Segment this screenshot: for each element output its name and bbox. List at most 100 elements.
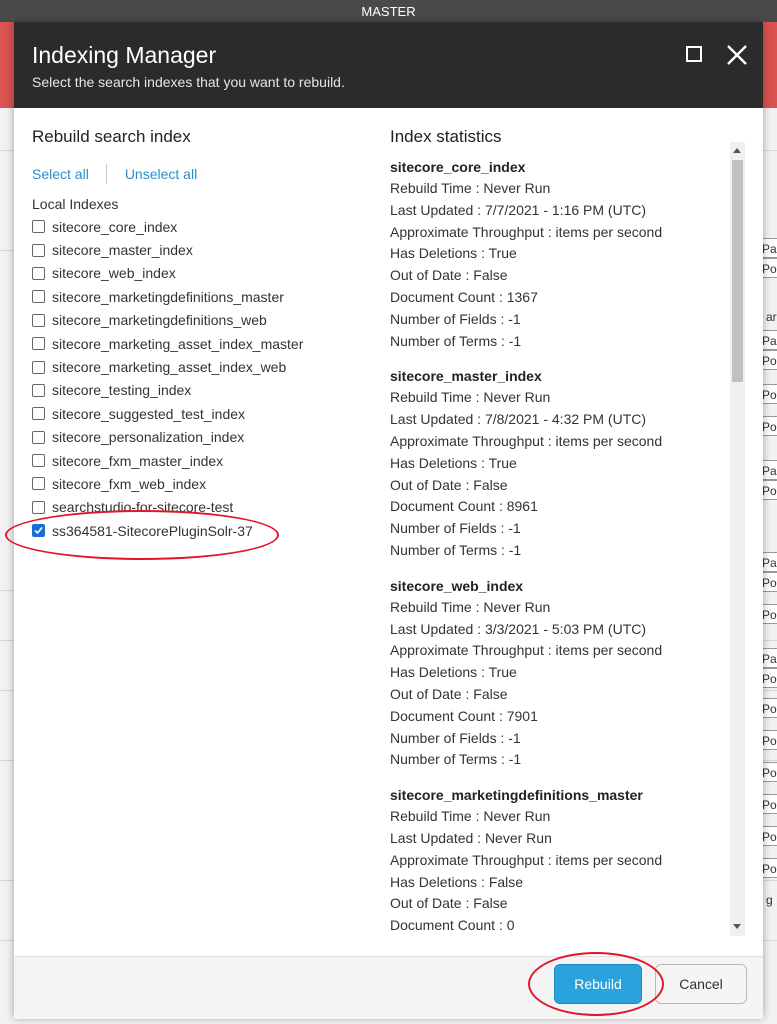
index-item[interactable]: searchstudio-for-sitecore-test: [32, 496, 372, 519]
statistics-line: Document Count : 7901: [390, 707, 538, 724]
statistics-line: Rebuild Time : Never Run: [390, 389, 551, 406]
index-item[interactable]: ss364581-SitecorePluginSolr-37: [32, 519, 372, 542]
index-item[interactable]: sitecore_marketingdefinitions_master: [32, 285, 372, 308]
statistics-line: Document Count : 0: [390, 917, 515, 934]
index-label: searchstudio-for-sitecore-test: [52, 499, 234, 516]
local-indexes-label: Local Indexes: [32, 196, 119, 212]
index-checkbox[interactable]: [32, 243, 45, 257]
index-item[interactable]: sitecore_marketing_asset_index_master: [32, 332, 372, 355]
index-label: sitecore_web_index: [52, 265, 176, 282]
rebuild-button[interactable]: Rebuild: [554, 964, 642, 1004]
index-item[interactable]: sitecore_core_index: [32, 215, 372, 238]
statistics-line: Rebuild Time : Never Run: [390, 598, 551, 615]
index-item[interactable]: sitecore_fxm_web_index: [32, 472, 372, 495]
statistics-line: Last Updated : 7/8/2021 - 4:32 PM (UTC): [390, 411, 647, 428]
dialog-title: Indexing Manager: [32, 42, 217, 68]
statistics-index-name: sitecore_core_index: [390, 159, 526, 175]
index-item[interactable]: sitecore_marketingdefinitions_web: [32, 309, 372, 332]
statistics-index-name: sitecore_web_index: [390, 577, 524, 594]
statistics-line: Has Deletions : True: [390, 454, 517, 471]
statistics-line: Last Updated : Never Run: [390, 829, 552, 846]
index-checkbox[interactable]: [32, 454, 45, 468]
statistics-line: Document Count : 1367: [390, 288, 538, 305]
select-all-link[interactable]: Select all: [32, 166, 89, 182]
index-checkbox[interactable]: [32, 383, 45, 397]
statistics-line: Approximate Throughput : items per secon…: [390, 642, 663, 659]
index-label: ss364581-SitecorePluginSolr-37: [52, 522, 253, 539]
close-icon: [727, 45, 747, 65]
index-label: sitecore_fxm_web_index: [52, 475, 207, 492]
index-checkbox[interactable]: [32, 313, 45, 327]
check-icon: [34, 527, 43, 535]
index-item[interactable]: sitecore_web_index: [32, 262, 372, 285]
dialog-header: Indexing Manager Select the search index…: [14, 22, 763, 108]
index-checkbox[interactable]: [32, 337, 45, 351]
index-checkbox[interactable]: [32, 360, 45, 374]
statistics-line: Approximate Throughput : items per secon…: [390, 223, 663, 240]
index-statistics-panel: Index statistics sitecore_core_index Rebu…: [390, 122, 730, 938]
indexing-manager-dialog: Indexing Manager Select the search index…: [14, 22, 763, 1019]
maximize-button[interactable]: [684, 44, 706, 66]
statistics-list: sitecore_core_index Rebuild Time : Never …: [390, 157, 730, 937]
app-side-text: ar: [766, 310, 777, 324]
app-side-text: g: [766, 893, 773, 907]
unselect-all-link[interactable]: Unselect all: [125, 166, 197, 182]
index-item[interactable]: sitecore_testing_index: [32, 379, 372, 402]
statistics-index-name: sitecore_marketingdefinitions_master: [390, 787, 643, 804]
index-checkbox[interactable]: [32, 500, 45, 514]
index-checkbox[interactable]: [32, 407, 45, 421]
index-label: sitecore_marketing_asset_index_web: [52, 359, 287, 376]
index-label: sitecore_marketingdefinitions_master: [52, 288, 284, 305]
statistics-block: sitecore_marketingdefinitions_master Rebu…: [390, 785, 730, 937]
index-checkbox[interactable]: [32, 220, 45, 234]
statistics-line: Number of Terms : -1: [390, 541, 522, 558]
statistics-line: Last Updated : 3/3/2021 - 5:03 PM (UTC): [390, 620, 647, 637]
scroll-up-icon[interactable]: [733, 148, 741, 153]
statistics-line: Has Deletions : True: [390, 664, 517, 681]
scroll-thumb[interactable]: [732, 160, 743, 382]
statistics-line: Approximate Throughput : items per secon…: [390, 851, 663, 868]
index-checkbox[interactable]: [32, 266, 45, 280]
statistics-line: Approximate Throughput : items per secon…: [390, 432, 663, 449]
index-checkbox[interactable]: [32, 430, 45, 444]
statistics-line: Number of Fields : -1: [390, 729, 521, 746]
statistics-line: Number of Fields : -1: [390, 520, 521, 537]
rebuild-panel: Rebuild search index Select all Unselect…: [32, 122, 372, 542]
statistics-block: sitecore_core_index Rebuild Time : Never …: [390, 157, 730, 352]
dialog-subtitle: Select the search indexes that you want …: [32, 74, 345, 90]
dialog-footer: Rebuild Cancel: [14, 956, 763, 1019]
statistics-block: sitecore_master_index Rebuild Time : Neve…: [390, 366, 730, 561]
statistics-line: Number of Fields : -1: [390, 310, 521, 327]
close-button[interactable]: [724, 42, 750, 68]
index-item[interactable]: sitecore_marketing_asset_index_web: [32, 355, 372, 378]
index-item[interactable]: sitecore_fxm_master_index: [32, 449, 372, 472]
index-label: sitecore_fxm_master_index: [52, 452, 224, 469]
statistics-line: Out of Date : False: [390, 685, 508, 702]
statistics-line: Number of Terms : -1: [390, 332, 522, 349]
statistics-line: Document Count : 8961: [390, 498, 538, 515]
cancel-button[interactable]: Cancel: [655, 964, 747, 1004]
index-label: sitecore_master_index: [52, 242, 193, 259]
index-item[interactable]: sitecore_suggested_test_index: [32, 402, 372, 425]
index-checkbox[interactable]: [32, 290, 45, 304]
index-label: sitecore_suggested_test_index: [52, 405, 246, 422]
maximize-icon: [686, 46, 702, 62]
scroll-down-icon[interactable]: [733, 924, 741, 929]
statistics-block: sitecore_web_index Rebuild Time : Never R…: [390, 576, 730, 771]
index-item[interactable]: sitecore_personalization_index: [32, 426, 372, 449]
statistics-line: Out of Date : False: [390, 476, 508, 493]
app-title: MASTER: [361, 4, 416, 19]
index-label: sitecore_marketing_asset_index_master: [52, 335, 304, 352]
statistics-line: Rebuild Time : Never Run: [390, 808, 551, 825]
statistics-line: Out of Date : False: [390, 895, 508, 912]
index-item[interactable]: sitecore_master_index: [32, 238, 372, 261]
statistics-line: Number of Terms : -1: [390, 751, 522, 768]
link-divider: [105, 164, 107, 184]
statistics-line: Out of Date : False: [390, 267, 508, 284]
statistics-line: Has Deletions : False: [390, 873, 524, 890]
statistics-scrollbar[interactable]: [730, 142, 745, 936]
statistics-index-name: sitecore_master_index: [390, 368, 542, 385]
index-label: sitecore_personalization_index: [52, 429, 245, 446]
index-checkbox[interactable]: [32, 477, 45, 491]
index-checkbox[interactable]: [32, 524, 45, 538]
